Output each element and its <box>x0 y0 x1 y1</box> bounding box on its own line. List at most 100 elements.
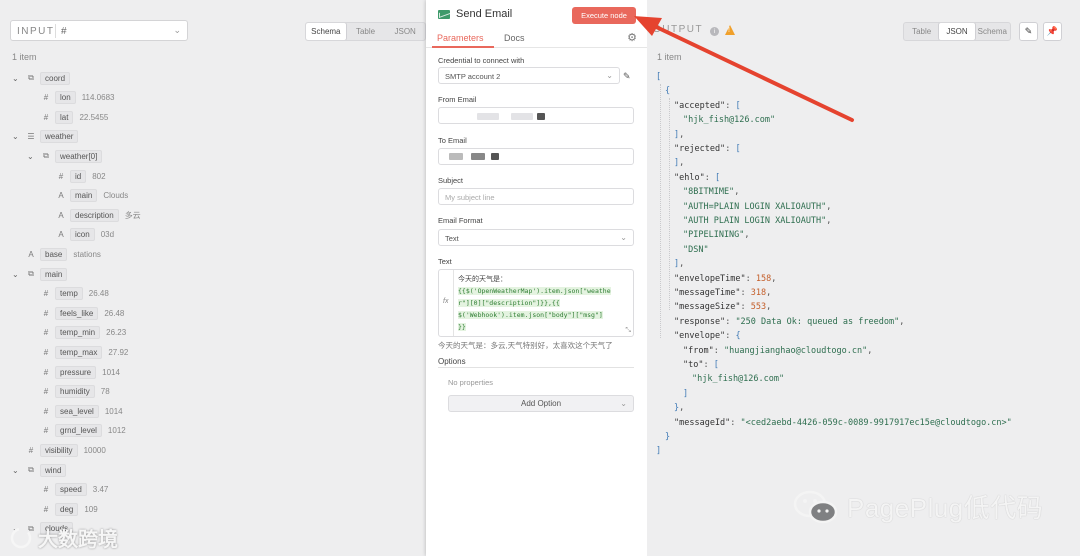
schema-row-grnd_level[interactable]: # grnd_level 1012 <box>27 423 126 439</box>
schema-row-icon[interactable]: Aicon 03d <box>42 227 114 243</box>
email-format-select[interactable]: Text ⌄ <box>438 229 634 246</box>
schema-row-pressure[interactable]: # pressure 1014 <box>27 364 120 380</box>
pin-data-button[interactable]: 📌 <box>1043 22 1062 41</box>
schema-key[interactable]: grnd_level <box>55 424 102 438</box>
watermark-text: PagePlug低代码 <box>847 493 1044 523</box>
tab-parameters[interactable]: Parameters <box>437 33 484 43</box>
input-view-json[interactable]: JSON <box>385 23 425 40</box>
schema-key[interactable]: weather[0] <box>55 149 103 163</box>
schema-value: 26.48 <box>104 308 125 318</box>
schema-row-feels_like[interactable]: # feels_like 26.48 <box>27 305 124 321</box>
number-type-icon: # <box>43 93 49 103</box>
edit-credential-icon[interactable]: ✎ <box>623 71 631 82</box>
output-view-toggle: Table JSON Schema <box>903 22 1011 41</box>
schema-row-main[interactable]: ⌄ ⧉ main <box>12 266 68 282</box>
from-email-field[interactable] <box>438 107 634 124</box>
schema-row-sea_level[interactable]: # sea_level 1014 <box>27 403 123 419</box>
schema-row-weather[interactable]: ⌄ ☰ weather <box>12 129 79 145</box>
to-email-field[interactable] <box>438 148 634 165</box>
chevron-down-icon: ⌄ <box>173 25 181 35</box>
schema-row-description[interactable]: Adescription 多云 <box>42 207 141 223</box>
schema-key[interactable]: temp_max <box>55 345 103 359</box>
schema-key[interactable]: main <box>70 189 98 203</box>
string-type-icon: A <box>28 249 34 259</box>
schema-row-base[interactable]: Abase stations <box>12 246 101 262</box>
chevron-down-icon[interactable]: ⌄ <box>12 466 24 475</box>
number-type-icon: # <box>43 504 49 514</box>
schema-key[interactable]: pressure <box>55 365 97 379</box>
output-view-table[interactable]: Table <box>904 23 939 40</box>
schema-key[interactable]: lat <box>55 110 74 124</box>
schema-key[interactable]: weather <box>40 130 79 144</box>
schema-row-lat[interactable]: # lat 22.5455 <box>27 109 108 125</box>
schema-row-temp_max[interactable]: # temp_max 27.92 <box>27 344 128 360</box>
edit-output-button[interactable]: ✎ <box>1019 22 1038 41</box>
json-punct: : <box>745 273 756 284</box>
schema-key[interactable]: description <box>70 208 119 222</box>
schema-key[interactable]: speed <box>55 483 87 497</box>
schema-row-speed[interactable]: # speed 3.47 <box>27 482 108 498</box>
schema-key[interactable]: id <box>70 169 87 183</box>
execute-node-button[interactable]: Execute node <box>572 7 636 24</box>
to-email-label: To Email <box>438 136 467 145</box>
chevron-down-icon[interactable]: ⌄ <box>27 152 39 161</box>
schema-key[interactable]: main <box>40 267 68 281</box>
output-view-schema[interactable]: Schema <box>975 23 1010 40</box>
schema-key[interactable]: icon <box>70 228 95 242</box>
json-line: "PIPELINING", <box>683 230 750 240</box>
schema-value: 22.5455 <box>79 112 109 122</box>
subject-field[interactable]: My subject line <box>438 188 634 205</box>
schema-key[interactable]: temp <box>55 287 83 301</box>
input-label: INPUT <box>17 26 55 37</box>
json-line: "rejected": [ <box>674 144 741 154</box>
schema-row-temp_min[interactable]: # temp_min 26.23 <box>27 325 126 341</box>
input-item-count: 1 item <box>12 52 37 62</box>
chevron-down-icon[interactable]: ⌄ <box>12 74 24 83</box>
schema-row-visibility[interactable]: # visibility 10000 <box>12 442 106 458</box>
schema-key[interactable]: feels_like <box>55 306 99 320</box>
json-line: "accepted": [ <box>674 101 741 111</box>
output-view-json[interactable]: JSON <box>939 23 975 40</box>
schema-row-humidity[interactable]: # humidity 78 <box>27 384 110 400</box>
schema-row-temp[interactable]: # temp 26.48 <box>27 286 109 302</box>
credential-select[interactable]: SMTP account 2 ⌄ <box>438 67 620 84</box>
schema-key[interactable]: wind <box>40 463 67 477</box>
schema-row-main[interactable]: Amain Clouds <box>42 188 128 204</box>
warning-icon[interactable]: ! <box>725 25 735 35</box>
tab-docs[interactable]: Docs <box>504 33 525 43</box>
json-line: [ <box>656 72 661 82</box>
schema-row-deg[interactable]: # deg 109 <box>27 501 98 517</box>
schema-row-id[interactable]: # id 802 <box>42 168 106 184</box>
text-expression-editor[interactable]: fx 今天的天气是： {{$('OpenWeatherMap').item.js… <box>438 269 634 337</box>
info-icon[interactable]: i <box>710 27 719 36</box>
chevron-down-icon[interactable]: ⌄ <box>12 270 24 279</box>
schema-row-weather-0-[interactable]: ⌄ ⧉ weather[0] <box>27 148 103 164</box>
fx-icon: fx <box>443 298 449 305</box>
schema-key[interactable]: visibility <box>40 443 78 457</box>
schema-key[interactable]: lon <box>55 91 76 105</box>
json-string: "<ced2aebd-4426-059c-0089-9917917ec15e@c… <box>740 417 1012 428</box>
node-title[interactable]: Send Email <box>456 8 512 20</box>
json-line: "hjk_fish@126.com" <box>692 374 784 384</box>
json-punct: [ <box>735 144 741 154</box>
add-option-button[interactable]: Add Option ⌄ <box>448 395 634 412</box>
gear-icon[interactable]: ⚙ <box>627 31 637 44</box>
schema-row-lon[interactable]: # lon 114.0683 <box>27 90 114 106</box>
schema-key[interactable]: coord <box>40 71 71 85</box>
json-line: "hjk_fish@126.com" <box>683 115 775 125</box>
input-node-select[interactable]: INPUT # ⌄ <box>10 20 188 41</box>
number-type-icon: # <box>43 485 49 495</box>
schema-row-coord[interactable]: ⌄ ⧉ coord <box>12 70 71 86</box>
input-view-schema[interactable]: Schema <box>306 23 346 40</box>
schema-key[interactable]: temp_min <box>55 326 101 340</box>
schema-key[interactable]: humidity <box>55 385 95 399</box>
schema-key[interactable]: sea_level <box>55 404 99 418</box>
chevron-down-icon[interactable]: ⌄ <box>12 132 24 141</box>
resize-icon[interactable]: ⤡ <box>625 327 631 335</box>
schema-key[interactable]: deg <box>55 502 79 516</box>
schema-key[interactable]: base <box>40 247 68 261</box>
json-key: "envelope" <box>674 331 726 342</box>
input-view-table[interactable]: Table <box>346 23 386 40</box>
text-expression-line: }} <box>458 323 466 331</box>
schema-row-wind[interactable]: ⌄ ⧉ wind <box>12 462 67 478</box>
